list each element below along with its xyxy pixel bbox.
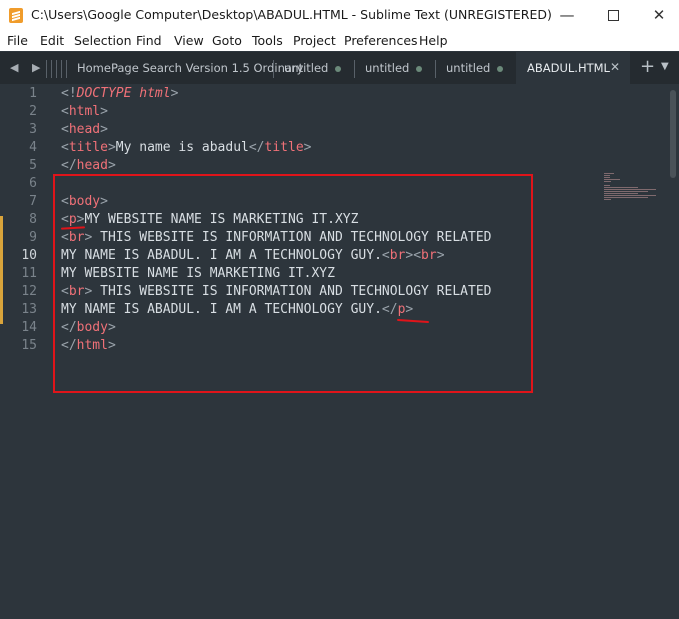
close-window-button[interactable]: ✕ — [644, 4, 674, 26]
code-text[interactable]: <html> — [61, 103, 108, 121]
line-number: 4 — [29, 140, 37, 155]
line-number: 15 — [21, 338, 37, 353]
line-number: 13 — [21, 302, 37, 317]
code-text[interactable]: </head> — [61, 157, 116, 175]
code-token: head — [76, 158, 108, 173]
annotation-highlight-box — [53, 174, 533, 393]
code-line[interactable]: 3 <head> — [0, 121, 600, 139]
code-token: html — [139, 86, 171, 101]
menu-find[interactable]: Find — [136, 33, 162, 48]
code-text[interactable]: <!DOCTYPE html> — [61, 85, 178, 103]
code-line[interactable]: 2 <html> — [0, 103, 600, 121]
code-token: > — [303, 140, 312, 155]
tab-divider — [66, 60, 67, 78]
line-number: 2 — [29, 104, 37, 119]
window-title: C:\Users\Google Computer\Desktop\ABADUL.… — [31, 7, 552, 22]
tab-label: HomePage Search Version 1.5 Ordinary — [77, 61, 304, 75]
code-token: html — [68, 104, 101, 119]
menu-goto[interactable]: Goto — [212, 33, 242, 48]
code-token: head — [68, 122, 101, 137]
code-token: My name is abadul — [115, 140, 249, 155]
tab-label: ABADUL.HTML — [527, 61, 610, 75]
maximize-button[interactable] — [598, 4, 628, 26]
line-number: 10 — [21, 248, 37, 263]
close-tab-icon[interactable]: ✕ — [610, 60, 620, 74]
menu-bar: File Edit Selection Find View Goto Tools… — [0, 31, 679, 51]
code-text[interactable]: <title>My name is abadul</title> — [61, 139, 311, 157]
line-number: 8 — [29, 212, 37, 227]
tab-label: untitled — [284, 61, 329, 75]
tab-label: untitled — [446, 61, 491, 75]
tab-untitled-2[interactable]: untitled — [355, 52, 435, 84]
code-line[interactable]: 5 </head> — [0, 157, 600, 175]
tab-divider — [61, 60, 62, 78]
menu-selection[interactable]: Selection — [74, 33, 132, 48]
code-token: < — [61, 104, 69, 119]
code-token: > — [100, 104, 108, 119]
sublime-text-icon — [9, 8, 23, 23]
tab-abadul-html[interactable]: ABADUL.HTML ✕ — [516, 52, 630, 84]
code-line[interactable]: 4 <title>My name is abadul</title> — [0, 139, 600, 157]
tab-untitled-1[interactable]: untitled — [274, 52, 354, 84]
menu-preferences[interactable]: Preferences — [344, 33, 418, 48]
vertical-scrollbar[interactable] — [670, 90, 676, 178]
code-token: > — [170, 86, 179, 101]
new-tab-icon[interactable]: + — [640, 56, 655, 77]
code-token: title — [68, 140, 108, 155]
code-token: title — [264, 140, 304, 155]
line-number: 6 — [29, 176, 37, 191]
tab-untitled-3[interactable]: untitled — [436, 52, 516, 84]
code-token: <! — [61, 86, 77, 101]
tab-divider — [56, 60, 57, 78]
code-token: </ — [248, 140, 265, 155]
title-bar: C:\Users\Google Computer\Desktop\ABADUL.… — [0, 0, 679, 31]
menu-file[interactable]: File — [7, 33, 28, 48]
menu-view[interactable]: View — [174, 33, 204, 48]
tab-nav-arrows-icon[interactable]: ◀ ▶ — [10, 61, 45, 74]
line-number: 11 — [21, 266, 37, 281]
minimap[interactable] — [604, 172, 664, 202]
line-number: 14 — [21, 320, 37, 335]
code-token: < — [61, 122, 69, 137]
unsaved-dot-icon — [335, 66, 341, 72]
code-token: DOCTYPE — [76, 86, 132, 101]
menu-tools[interactable]: Tools — [252, 33, 283, 48]
line-number: 7 — [29, 194, 37, 209]
tab-homepage-search[interactable]: HomePage Search Version 1.5 Ordinary — [70, 52, 303, 84]
menu-project[interactable]: Project — [293, 33, 336, 48]
code-token: </ — [61, 158, 77, 173]
menu-help[interactable]: Help — [419, 33, 448, 48]
maximize-icon — [607, 10, 619, 21]
code-token: < — [61, 140, 69, 155]
line-number: 3 — [29, 122, 37, 137]
line-number: 1 — [29, 86, 37, 101]
tab-divider — [46, 60, 47, 78]
code-token: > — [107, 158, 116, 173]
line-number: 5 — [29, 158, 37, 173]
tab-list-chevron-down-icon[interactable]: ▼ — [661, 61, 669, 72]
tab-divider — [51, 60, 52, 78]
code-token: > — [100, 122, 108, 137]
tab-label: untitled — [365, 61, 410, 75]
line-number: 9 — [29, 230, 37, 245]
code-line[interactable]: 1 <!DOCTYPE html> — [0, 85, 600, 103]
unsaved-dot-icon — [416, 66, 422, 72]
line-number: 12 — [21, 284, 37, 299]
tab-bar: ◀ ▶ HomePage Search Version 1.5 Ordinary… — [0, 52, 679, 84]
menu-edit[interactable]: Edit — [40, 33, 64, 48]
code-token: > — [107, 140, 116, 155]
unsaved-dot-icon — [497, 66, 503, 72]
minimize-button[interactable]: — — [552, 4, 582, 26]
code-text[interactable]: <head> — [61, 121, 108, 139]
